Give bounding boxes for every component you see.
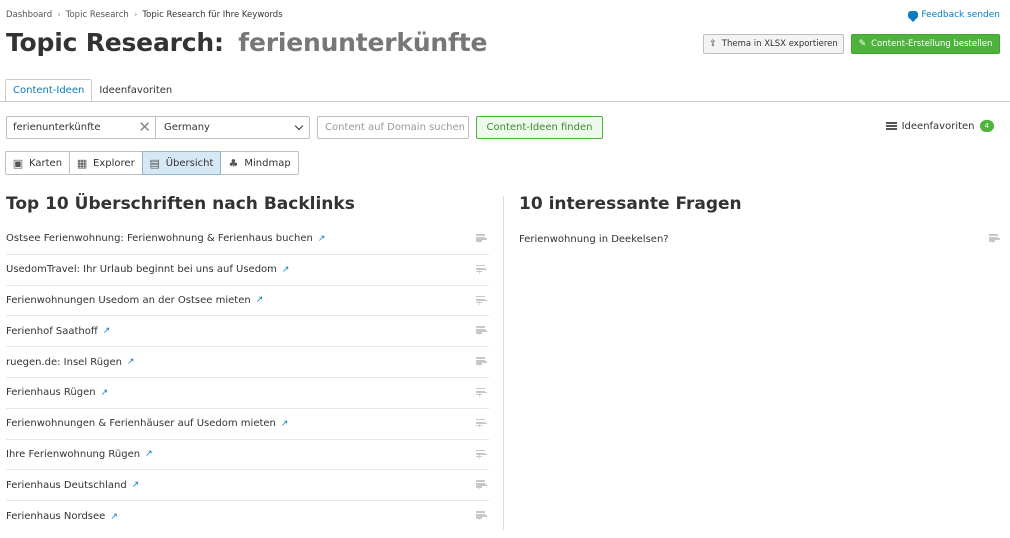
column-divider (503, 196, 504, 530)
page-title: Topic Research: ferienunterkünfte (6, 28, 487, 57)
chevron-down-icon (294, 121, 304, 131)
country-value: Germany (164, 122, 210, 133)
list-item: Ferienhof Saathoff ↗ + (6, 316, 489, 348)
list-item: Ihre Ferienwohnung Rügen ↗ + (6, 440, 489, 471)
country-select[interactable]: Germany (156, 116, 310, 139)
headline-link[interactable]: Ferienhaus Deutschland (6, 480, 127, 491)
keyword-value: ferienunterkünfte (13, 122, 101, 133)
favorites-count-badge: 4 (979, 120, 994, 132)
tab-bar: Content-Ideen Ideenfavoriten (5, 79, 179, 102)
breadcrumb: Dashboard › Topic Research › Topic Resea… (6, 10, 283, 20)
chevron-right-icon: › (133, 10, 138, 20)
external-link-icon[interactable]: ↗ (145, 449, 153, 459)
breadcrumb-dashboard[interactable]: Dashboard (6, 10, 52, 20)
add-to-favorites-icon[interactable]: + (476, 326, 487, 336)
questions-heading: 10 interessante Fragen (519, 194, 742, 214)
list-item: Ferienhaus Rügen ↗ + (6, 378, 489, 409)
breadcrumb-current: Topic Research für Ihre Keywords (142, 10, 283, 20)
headline-link[interactable]: Ihre Ferienwohnung Rügen (6, 449, 140, 460)
headline-link[interactable]: Ferienwohnungen Usedom an der Ostsee mie… (6, 295, 251, 306)
add-to-favorites-icon[interactable]: + (476, 418, 487, 428)
domain-input[interactable]: Content auf Domain suchen (317, 116, 469, 139)
feedback-label: Feedback senden (921, 10, 1000, 20)
add-to-favorites-icon[interactable]: + (476, 234, 487, 244)
list-item: Ferienwohnungen Usedom an der Ostsee mie… (6, 286, 489, 317)
export-icon: ⇪ (709, 39, 717, 49)
top-headlines-heading: Top 10 Überschriften nach Backlinks (6, 194, 355, 214)
view-label: Explorer (93, 157, 135, 169)
idea-favorites-label: Ideenfavoriten (901, 120, 975, 132)
list-item: Ferienwohnungen & Ferienhäuser auf Usedo… (6, 409, 489, 440)
external-link-icon[interactable]: ↗ (127, 357, 135, 367)
export-label: Thema in XLSX exportieren (721, 39, 838, 49)
view-explorer-button[interactable]: ▦ Explorer (69, 151, 143, 175)
view-label: Übersicht (165, 157, 214, 169)
list-item: Ferienwohnung in Deekelsen? + (519, 224, 1002, 255)
add-to-favorites-icon[interactable]: + (476, 480, 487, 490)
overview-icon: ▤ (149, 156, 160, 170)
external-link-icon[interactable]: ↗ (110, 512, 118, 522)
breadcrumb-topic-research[interactable]: Topic Research (66, 10, 129, 20)
add-to-favorites-icon[interactable]: + (476, 449, 487, 459)
external-link-icon[interactable]: ↗ (281, 419, 289, 429)
add-to-favorites-icon[interactable]: + (989, 234, 1000, 244)
add-to-favorites-icon[interactable]: + (476, 264, 487, 274)
add-to-favorites-icon[interactable]: + (476, 387, 487, 397)
add-to-favorites-icon[interactable]: + (476, 511, 487, 521)
headline-link[interactable]: Ferienwohnungen & Ferienhäuser auf Usedo… (6, 418, 276, 429)
tab-content-ideas[interactable]: Content-Ideen (5, 79, 93, 102)
list-icon (885, 122, 897, 130)
external-link-icon[interactable]: ↗ (101, 388, 109, 398)
edit-icon: ✎ (858, 39, 867, 49)
external-link-icon[interactable]: ↗ (318, 234, 326, 244)
view-cards-button[interactable]: ▣ Karten (5, 151, 71, 175)
order-label: Content-Erstellung bestellen (871, 39, 993, 49)
headlines-list: Ostsee Ferienwohnung: Ferienwohnung & Fe… (6, 224, 489, 532)
headline-link[interactable]: UsedomTravel: Ihr Urlaub beginnt bei uns… (6, 264, 277, 275)
cards-icon: ▣ (12, 156, 24, 170)
headline-link[interactable]: Ferienhaus Nordsee (6, 511, 105, 522)
view-label: Mindmap (244, 157, 291, 169)
external-link-icon[interactable]: ↗ (256, 295, 264, 305)
page-title-prefix: Topic Research: (6, 28, 224, 57)
feedback-link[interactable]: Feedback senden (908, 10, 1000, 22)
headline-link[interactable]: Ostsee Ferienwohnung: Ferienwohnung & Fe… (6, 233, 313, 244)
external-link-icon[interactable]: ↗ (282, 265, 290, 275)
chevron-right-icon: › (57, 10, 61, 20)
list-item: Ostsee Ferienwohnung: Ferienwohnung & Fe… (6, 224, 489, 255)
order-content-button[interactable]: ✎ Content-Erstellung bestellen (851, 34, 1000, 54)
view-overview-button[interactable]: ▤ Übersicht (141, 151, 222, 175)
view-switcher: ▣ Karten ▦ Explorer ▤ Übersicht ♣ Mindma… (5, 151, 299, 175)
headline-link[interactable]: Ferienhof Saathoff (6, 326, 98, 337)
headline-link[interactable]: ruegen.de: Insel Rügen (6, 357, 122, 368)
questions-list: Ferienwohnung in Deekelsen? + (519, 224, 1002, 255)
view-mindmap-button[interactable]: ♣ Mindmap (220, 151, 299, 175)
list-item: Ferienhaus Nordsee ↗ + (6, 501, 489, 532)
find-ideas-button[interactable]: Content-Ideen finden (476, 116, 603, 139)
view-label: Karten (29, 157, 63, 169)
idea-favorites-link[interactable]: Ideenfavoriten 4 (885, 120, 994, 132)
external-link-icon[interactable]: ↗ (132, 480, 140, 490)
mindmap-icon: ♣ (228, 156, 239, 170)
tab-divider (0, 101, 1010, 102)
keyword-input[interactable]: ferienunterkünfte ✕ (6, 116, 156, 139)
external-link-icon[interactable]: ↗ (103, 326, 111, 336)
question-text: Ferienwohnung in Deekelsen? (519, 233, 669, 245)
page-title-keyword: ferienunterkünfte (238, 28, 488, 57)
table-icon: ▦ (76, 156, 88, 170)
tab-idea-favorites[interactable]: Ideenfavoriten (92, 79, 179, 102)
list-item: Ferienhaus Deutschland ↗ + (6, 470, 489, 502)
add-to-favorites-icon[interactable]: + (476, 295, 487, 305)
headline-link[interactable]: Ferienhaus Rügen (6, 387, 96, 398)
speech-bubble-icon (908, 11, 919, 22)
clear-icon[interactable]: ✕ (138, 119, 151, 136)
list-item: UsedomTravel: Ihr Urlaub beginnt bei uns… (6, 255, 489, 286)
list-item: ruegen.de: Insel Rügen ↗ + (6, 347, 489, 378)
export-xlsx-button[interactable]: ⇪ Thema in XLSX exportieren (703, 34, 844, 54)
add-to-favorites-icon[interactable]: + (476, 357, 487, 367)
